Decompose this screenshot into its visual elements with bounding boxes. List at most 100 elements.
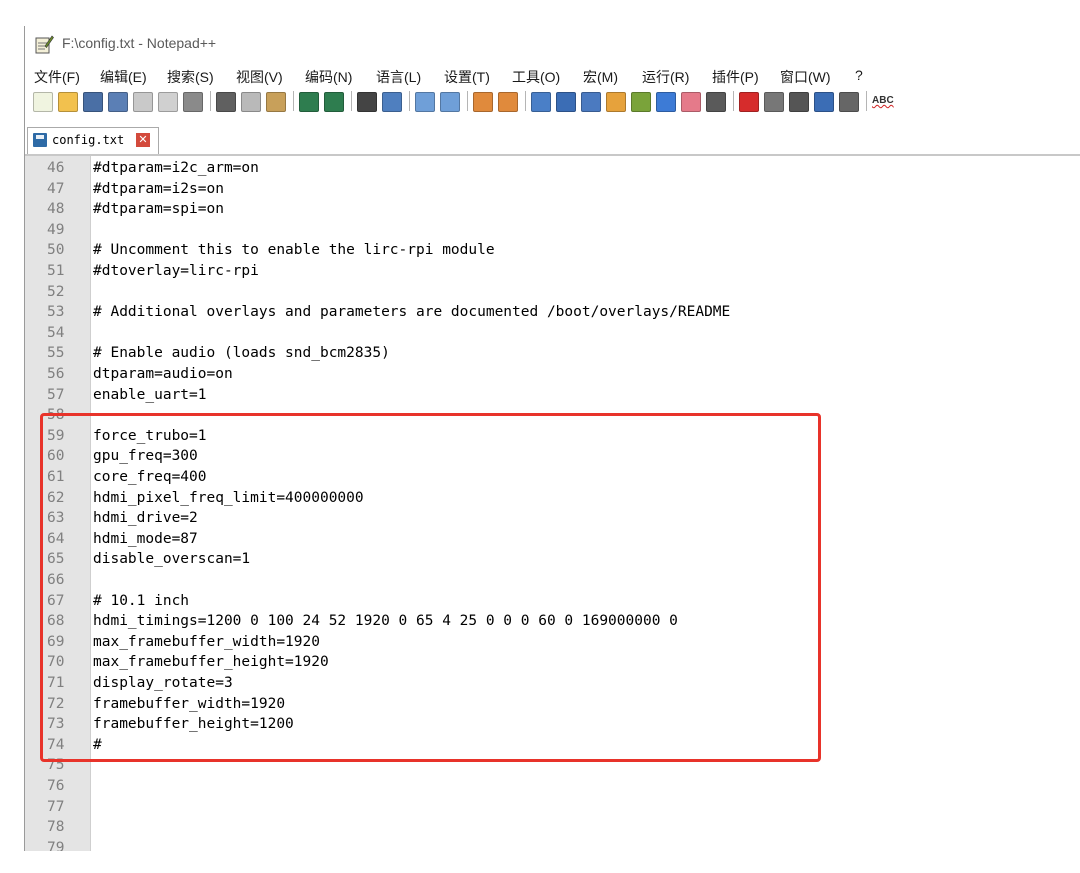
code-line[interactable]: 52 <box>25 282 1080 302</box>
save-all-icon[interactable] <box>108 92 128 112</box>
save-icon[interactable] <box>83 92 103 112</box>
menu-bar: 文件(F) 编辑(E) 搜索(S) 视图(V) 编码(N) 语言(L) 设置(T) 工具(O)… <box>25 64 1080 88</box>
word-wrap-icon[interactable] <box>531 92 551 112</box>
show-all-chars-icon[interactable] <box>556 92 576 112</box>
toolbar-separator <box>525 91 526 111</box>
zoom-out-icon[interactable] <box>440 92 460 112</box>
zoom-in-icon[interactable] <box>415 92 435 112</box>
saved-state-icon <box>33 133 47 147</box>
line-number: 49 <box>47 221 65 238</box>
paste-icon[interactable] <box>266 92 286 112</box>
line-number: 77 <box>47 798 65 815</box>
line-number: 76 <box>47 778 65 794</box>
menu-item-12[interactable]: ? <box>855 67 863 83</box>
menu-item-4[interactable]: 编码(N) <box>305 67 352 87</box>
line-text: # Uncomment this to enable the lirc-rpi … <box>93 242 495 259</box>
udl-icon[interactable] <box>606 92 626 112</box>
menu-item-9[interactable]: 运行(R) <box>642 67 689 87</box>
function-list-icon[interactable] <box>656 92 676 112</box>
line-text: #dtparam=spi=on <box>93 201 224 218</box>
line-number: 79 <box>47 839 65 851</box>
doc-map-icon[interactable] <box>631 92 651 112</box>
line-number: 52 <box>47 283 65 300</box>
line-number: 51 <box>47 263 65 279</box>
code-line[interactable]: 56 dtparam=audio=on <box>25 364 1080 384</box>
code-line[interactable]: 51 #dtoverlay=lirc-rpi <box>25 261 1080 281</box>
line-text: #dtparam=i2s=on <box>93 180 224 197</box>
save-macro-icon[interactable] <box>839 92 859 112</box>
stop-record-icon[interactable] <box>764 92 784 112</box>
play-macro-icon[interactable] <box>789 92 809 112</box>
toolbar-separator <box>409 91 410 111</box>
close-all-icon[interactable] <box>158 92 178 112</box>
code-line[interactable]: 55 # Enable audio (loads snd_bcm2835) <box>25 343 1080 363</box>
copy-icon[interactable] <box>241 92 261 112</box>
menu-item-1[interactable]: 编辑(E) <box>100 67 147 87</box>
menu-item-6[interactable]: 设置(T) <box>444 67 490 87</box>
find-icon[interactable] <box>357 92 377 112</box>
tab-close-icon[interactable]: ✕ <box>136 133 150 147</box>
menu-item-3[interactable]: 视图(V) <box>236 67 283 87</box>
cut-icon[interactable] <box>216 92 236 112</box>
tab-config-txt[interactable]: config.txt ✕ <box>27 127 159 154</box>
window-title: F:\config.txt - Notepad++ <box>62 35 217 51</box>
menu-item-0[interactable]: 文件(F) <box>34 67 80 87</box>
menu-item-10[interactable]: 插件(P) <box>712 67 759 87</box>
menu-item-5[interactable]: 语言(L) <box>376 67 421 87</box>
open-file-icon[interactable] <box>58 92 78 112</box>
line-text: enable_uart=1 <box>93 386 207 403</box>
spellcheck-icon[interactable]: ABC <box>872 92 894 110</box>
notepad-app-icon <box>35 35 54 54</box>
line-number: 48 <box>47 201 65 218</box>
sync-h-icon[interactable] <box>498 92 518 112</box>
menu-item-11[interactable]: 窗口(W) <box>780 67 831 87</box>
code-line[interactable]: 53 # Additional overlays and parameters a… <box>25 302 1080 322</box>
code-line[interactable]: 79 <box>25 838 1080 851</box>
code-line[interactable]: 46 #dtparam=i2c_arm=on <box>25 158 1080 178</box>
title-bar: F:\config.txt - Notepad++ <box>25 26 1080 60</box>
code-line[interactable]: 77 <box>25 797 1080 817</box>
redo-icon[interactable] <box>324 92 344 112</box>
new-file-icon[interactable] <box>33 92 53 112</box>
monitoring-icon[interactable] <box>706 92 726 112</box>
indent-guide-icon[interactable] <box>581 92 601 112</box>
code-line[interactable]: 47 #dtparam=i2s=on <box>25 179 1080 199</box>
toolbar-separator <box>467 91 468 111</box>
menu-item-8[interactable]: 宏(M) <box>583 67 618 87</box>
line-number: 50 <box>47 242 65 259</box>
line-text: # Enable audio (loads snd_bcm2835) <box>93 345 390 362</box>
line-number: 46 <box>47 160 65 176</box>
line-number: 54 <box>47 324 65 341</box>
line-text: dtparam=audio=on <box>93 366 233 382</box>
tab-label: config.txt <box>52 133 125 147</box>
code-line[interactable]: 78 <box>25 817 1080 837</box>
line-number: 57 <box>47 386 65 403</box>
code-line[interactable]: 57 enable_uart=1 <box>25 385 1080 405</box>
undo-icon[interactable] <box>299 92 319 112</box>
close-icon[interactable] <box>133 92 153 112</box>
print-icon[interactable] <box>183 92 203 112</box>
line-text: #dtoverlay=lirc-rpi <box>93 263 259 279</box>
annotation-highlight-box <box>40 413 821 762</box>
toolbar: ABC <box>25 89 1080 115</box>
code-line[interactable]: 54 <box>25 323 1080 343</box>
code-line[interactable]: 50 # Uncomment this to enable the lirc-rp… <box>25 240 1080 260</box>
line-number: 55 <box>47 345 65 362</box>
code-line[interactable]: 49 <box>25 220 1080 240</box>
menu-item-2[interactable]: 搜索(S) <box>167 67 214 87</box>
toolbar-separator <box>733 91 734 111</box>
run-macro-multiple-icon[interactable] <box>814 92 834 112</box>
toolbar-separator <box>210 91 211 111</box>
code-line[interactable]: 48 #dtparam=spi=on <box>25 199 1080 219</box>
folder-workspace-icon[interactable] <box>681 92 701 112</box>
replace-icon[interactable] <box>382 92 402 112</box>
sync-v-icon[interactable] <box>473 92 493 112</box>
toolbar-separator <box>293 91 294 111</box>
menu-item-7[interactable]: 工具(O) <box>512 67 560 87</box>
line-text: # Additional overlays and parameters are… <box>93 304 731 321</box>
record-macro-icon[interactable] <box>739 92 759 112</box>
line-number: 78 <box>47 819 65 836</box>
line-number: 53 <box>47 304 65 321</box>
line-number: 47 <box>47 180 65 197</box>
code-line[interactable]: 76 <box>25 776 1080 796</box>
